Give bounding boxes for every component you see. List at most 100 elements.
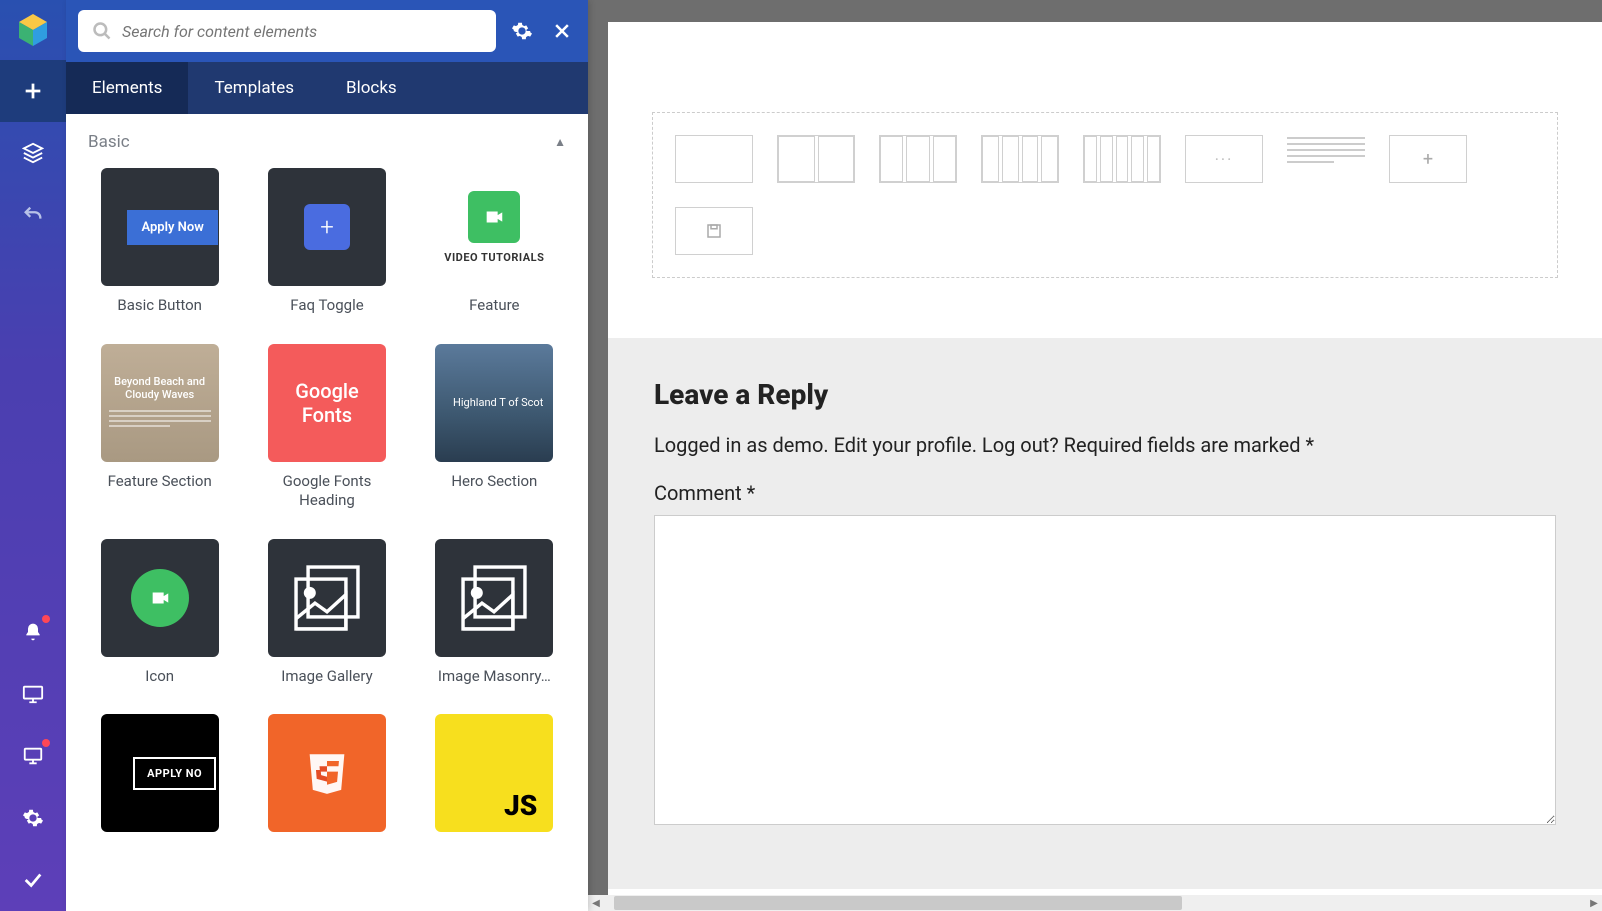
tile-icon[interactable]: Icon — [88, 539, 231, 687]
layout-more[interactable]: ··· — [1185, 135, 1263, 183]
rail-desktop-view-button[interactable] — [0, 663, 66, 725]
scroll-left-arrow[interactable]: ◀ — [588, 895, 604, 911]
image-stack-icon — [451, 555, 537, 641]
tile-outline-button[interactable]: APPLY NO — [88, 714, 231, 842]
image-stack-icon — [284, 555, 370, 641]
panel-topbar — [66, 0, 588, 62]
tile-label: Hero Section — [451, 472, 537, 492]
tile-google-fonts-heading[interactable]: Google Fonts Google Fonts Heading — [255, 344, 398, 511]
scrollbar-thumb[interactable] — [614, 896, 1182, 910]
layout-template-button[interactable] — [675, 207, 753, 255]
monitor-icon — [22, 683, 44, 705]
reply-meta: Logged in as demo. Edit your profile. Lo… — [654, 433, 1556, 457]
rail-layers-button[interactable] — [0, 122, 66, 184]
html5-icon — [297, 743, 357, 803]
thumb-hero: Highland T of Scot — [435, 344, 553, 462]
tile-label: Feature — [469, 296, 519, 316]
layout-4col[interactable] — [981, 135, 1059, 183]
reply-section: Leave a Reply Logged in as demo. Edit yo… — [608, 338, 1602, 889]
tile-faq-toggle[interactable]: + Faq Toggle — [255, 168, 398, 316]
thumb-faq-toggle: + — [268, 168, 386, 286]
tile-label: Icon — [145, 667, 174, 687]
thumb-image-masonry — [435, 539, 553, 657]
tab-blocks[interactable]: Blocks — [320, 62, 423, 114]
cube-logo-icon — [15, 12, 51, 48]
meta-text: Required fields are marked * — [1059, 433, 1314, 457]
layout-1col[interactable] — [675, 135, 753, 183]
rail-confirm-button[interactable] — [0, 849, 66, 911]
presentation-icon — [22, 745, 44, 767]
notification-dot — [42, 615, 50, 623]
meta-text: . — [823, 433, 833, 457]
panel-body: Basic ▲ Apply Now Basic Button + Faq Tog… — [66, 114, 588, 911]
tile-basic-button[interactable]: Apply Now Basic Button — [88, 168, 231, 316]
tile-label: Image Gallery — [281, 667, 372, 687]
search-input[interactable] — [122, 22, 482, 41]
layout-3col[interactable] — [879, 135, 957, 183]
tile-label: Feature Section — [108, 472, 212, 492]
rail-notifications-button[interactable] — [0, 601, 66, 663]
video-icon — [468, 191, 520, 243]
thumb-button-label: APPLY NO — [133, 757, 216, 790]
template-icon — [705, 222, 723, 240]
close-icon — [552, 21, 572, 41]
user-link[interactable]: demo — [773, 433, 824, 457]
thumb-google-fonts: Google Fonts — [268, 344, 386, 462]
tile-image-masonry[interactable]: Image Masonry… — [423, 539, 566, 687]
gear-icon — [511, 20, 533, 42]
notification-dot — [42, 739, 50, 747]
rail-presentation-button[interactable] — [0, 725, 66, 787]
tab-elements[interactable]: Elements — [66, 62, 188, 114]
thumb-line1: Google — [295, 379, 358, 403]
thumb-caption: VIDEO TUTORIALS — [444, 251, 544, 264]
panel-close-button[interactable] — [548, 17, 576, 45]
search-icon — [92, 21, 112, 41]
logout-link[interactable]: Log out? — [982, 433, 1059, 457]
elements-grid: Apply Now Basic Button + Faq Toggle VIDE… — [88, 168, 566, 842]
section-title: Basic — [88, 132, 130, 152]
row-layout-strip: ··· + — [652, 112, 1558, 278]
check-icon — [22, 869, 44, 891]
rail-settings-button[interactable] — [0, 787, 66, 849]
scroll-right-arrow[interactable]: ▶ — [1586, 895, 1602, 911]
layout-2col[interactable] — [777, 135, 855, 183]
plus-icon — [22, 80, 44, 102]
tile-feature[interactable]: VIDEO TUTORIALS Feature — [423, 168, 566, 316]
nav-rail — [0, 0, 66, 911]
tile-html5[interactable] — [255, 714, 398, 842]
layers-icon — [22, 142, 44, 164]
js-text: JS — [504, 789, 537, 822]
tile-hero-section[interactable]: Highland T of Scot Hero Section — [423, 344, 566, 511]
rail-add-button[interactable] — [0, 60, 66, 122]
thumb-image-gallery — [268, 539, 386, 657]
reply-heading: Leave a Reply — [654, 378, 1556, 411]
thumb-heading: Highland T of Scot — [453, 396, 543, 409]
canvas-area: ··· + Leave a Reply Logged in as demo. E… — [588, 0, 1602, 911]
thumb-icon — [101, 539, 219, 657]
horizontal-scrollbar[interactable]: ◀ ▶ — [588, 895, 1602, 911]
tile-image-gallery[interactable]: Image Gallery — [255, 539, 398, 687]
rail-undo-button[interactable] — [0, 184, 66, 246]
tile-label: Image Masonry… — [438, 667, 551, 687]
panel-settings-button[interactable] — [508, 17, 536, 45]
elements-panel: Elements Templates Blocks Basic ▲ Apply … — [66, 0, 588, 911]
thumb-button-label: Apply Now — [127, 210, 217, 245]
thumb-lines — [109, 407, 211, 430]
tile-feature-section[interactable]: Beyond Beach and Cloudy Waves Feature Se… — [88, 344, 231, 511]
app-logo — [13, 10, 53, 50]
section-basic-header[interactable]: Basic ▲ — [88, 132, 566, 152]
tile-label: Google Fonts Heading — [255, 472, 398, 511]
search-field-wrap — [78, 10, 496, 52]
layout-5col[interactable] — [1083, 135, 1161, 183]
edit-profile-link[interactable]: Edit your profile — [834, 433, 972, 457]
plus-icon: + — [304, 204, 350, 250]
tile-javascript[interactable]: JS — [423, 714, 566, 842]
layout-text-block[interactable] — [1287, 135, 1365, 183]
layout-add-button[interactable]: + — [1389, 135, 1467, 183]
panel-tabs: Elements Templates Blocks — [66, 62, 588, 114]
comment-textarea[interactable] — [654, 515, 1556, 825]
tab-templates[interactable]: Templates — [188, 62, 320, 114]
thumb-html5 — [268, 714, 386, 832]
thumb-feature: VIDEO TUTORIALS — [435, 168, 553, 286]
thumb-heading: Beyond Beach and Cloudy Waves — [109, 375, 211, 401]
